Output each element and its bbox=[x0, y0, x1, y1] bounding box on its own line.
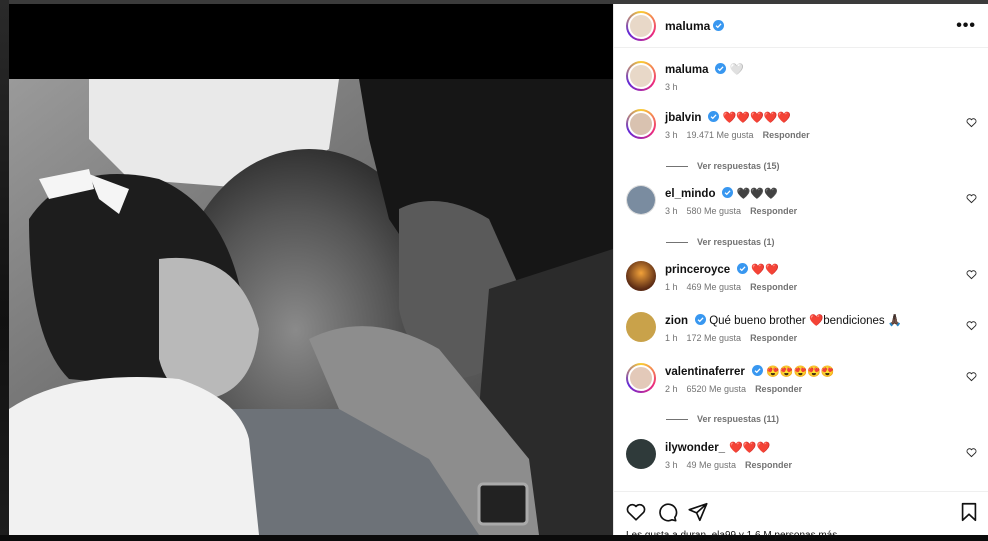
instagram-post-window: maluma ••• maluma 🤍 3 h jbalvin ❤️❤️❤️❤️… bbox=[0, 0, 988, 541]
like-icon[interactable] bbox=[625, 501, 647, 523]
comment-username[interactable]: zion bbox=[665, 315, 688, 327]
divider bbox=[666, 241, 688, 243]
author-username[interactable]: maluma bbox=[665, 19, 710, 33]
view-replies-button[interactable]: Ver respuestas (15) bbox=[666, 161, 780, 171]
post-sidebar: maluma ••• maluma 🤍 3 h jbalvin ❤️❤️❤️❤️… bbox=[613, 4, 988, 541]
comment-text: 🖤🖤🖤 bbox=[736, 188, 778, 200]
heart-outline-icon[interactable] bbox=[966, 193, 977, 204]
heart-outline-icon[interactable] bbox=[966, 117, 977, 128]
post-photo bbox=[9, 79, 613, 535]
commenter-avatar[interactable] bbox=[626, 261, 656, 291]
verified-icon bbox=[708, 111, 720, 122]
comment-text: ❤️❤️❤️ bbox=[729, 442, 771, 454]
verified-icon bbox=[713, 20, 725, 31]
post-header: maluma ••• bbox=[614, 4, 988, 48]
commenter-avatar[interactable] bbox=[626, 312, 656, 342]
comment-time: 3 h bbox=[665, 460, 678, 470]
action-bar bbox=[614, 491, 988, 535]
verified-icon bbox=[695, 314, 706, 325]
comment-likes[interactable]: 6520 Me gusta bbox=[687, 384, 747, 394]
backdrop-strip bbox=[0, 0, 9, 535]
caption-text: 🤍 bbox=[729, 64, 744, 76]
share-icon[interactable] bbox=[687, 501, 709, 523]
comment-text: 😍😍😍😍😍 bbox=[766, 366, 835, 378]
caption: maluma 🤍 3 h bbox=[626, 61, 979, 92]
comment-likes[interactable]: 580 Me gusta bbox=[687, 206, 742, 216]
commenter-avatar[interactable] bbox=[626, 439, 656, 469]
more-icon[interactable]: ••• bbox=[956, 17, 976, 35]
comment-username[interactable]: el_mindo bbox=[665, 188, 715, 200]
heart-outline-icon[interactable] bbox=[966, 447, 977, 458]
comment-list[interactable]: maluma 🤍 3 h jbalvin ❤️❤️❤️❤️❤️ 3 h 19.47… bbox=[614, 49, 988, 490]
comment: princeroyce ❤️❤️ 1 h 469 Me gusta Responde… bbox=[626, 261, 979, 292]
comment: valentinaferrer 😍😍😍😍😍 2 h 6520 Me gusta Re… bbox=[626, 363, 979, 394]
save-icon[interactable] bbox=[958, 501, 980, 523]
reply-button[interactable]: Responder bbox=[750, 333, 797, 343]
divider bbox=[666, 418, 688, 420]
verified-icon bbox=[715, 63, 727, 74]
reply-button[interactable]: Responder bbox=[755, 384, 802, 394]
comment-likes[interactable]: 469 Me gusta bbox=[687, 282, 742, 292]
reply-button[interactable]: Responder bbox=[745, 460, 792, 470]
comment-likes[interactable]: 172 Me gusta bbox=[687, 333, 742, 343]
divider bbox=[666, 165, 688, 167]
comment-time: 1 h bbox=[665, 333, 678, 343]
heart-outline-icon[interactable] bbox=[966, 371, 977, 382]
commenter-avatar[interactable] bbox=[626, 363, 656, 393]
comment-time: 3 h bbox=[665, 206, 678, 216]
verified-icon bbox=[722, 187, 734, 198]
verified-icon bbox=[751, 365, 763, 376]
comment-username[interactable]: princeroyce bbox=[665, 264, 730, 276]
view-replies-button[interactable]: Ver respuestas (11) bbox=[666, 414, 779, 424]
reply-button[interactable]: Responder bbox=[750, 206, 797, 216]
reply-button[interactable]: Responder bbox=[750, 282, 797, 292]
post-media[interactable] bbox=[9, 4, 613, 535]
comment: el_mindo 🖤🖤🖤 3 h 580 Me gusta Responder bbox=[626, 185, 979, 216]
comment-username[interactable]: ilywonder_ bbox=[665, 442, 725, 454]
comment-text: ❤️❤️ bbox=[751, 264, 779, 276]
heart-outline-icon[interactable] bbox=[966, 320, 977, 331]
reply-button[interactable]: Responder bbox=[763, 130, 810, 140]
view-replies-label: Ver respuestas (11) bbox=[697, 414, 780, 424]
comment: jbalvin ❤️❤️❤️❤️❤️ 3 h 19.471 Me gusta Res… bbox=[626, 109, 979, 140]
view-replies-button[interactable]: Ver respuestas (1) bbox=[666, 237, 775, 247]
comment-text: ❤️❤️❤️❤️❤️ bbox=[722, 112, 792, 124]
author-avatar[interactable] bbox=[626, 10, 656, 41]
comment-time: 2 h bbox=[665, 384, 678, 394]
comment-time: 3 h bbox=[665, 130, 678, 140]
comment-icon[interactable] bbox=[656, 501, 678, 523]
comment: ilywonder_ ❤️❤️❤️ 3 h 49 Me gusta Responder bbox=[626, 439, 979, 470]
comment-likes[interactable]: 19.471 Me gusta bbox=[687, 130, 754, 140]
commenter-avatar[interactable] bbox=[626, 109, 656, 139]
view-replies-label: Ver respuestas (1) bbox=[697, 237, 775, 247]
comment-username[interactable]: valentinaferrer bbox=[665, 366, 745, 378]
comment-text: Qué bueno brother ❤️bendiciones 🙏🏿 bbox=[709, 315, 903, 327]
view-replies-label: Ver respuestas (15) bbox=[697, 161, 780, 171]
comment-username[interactable]: jbalvin bbox=[665, 112, 701, 124]
caption-time: 3 h bbox=[665, 82, 678, 92]
comment-time: 1 h bbox=[665, 282, 678, 292]
comment: zion Qué bueno brother ❤️bendiciones 🙏🏿 … bbox=[626, 312, 979, 343]
verified-icon bbox=[737, 263, 749, 274]
author-avatar[interactable] bbox=[626, 61, 656, 91]
commenter-avatar[interactable] bbox=[626, 185, 656, 215]
likes-summary[interactable]: Les gusta a duran_ela99 y 1,6 M personas… bbox=[626, 530, 837, 541]
heart-outline-icon[interactable] bbox=[966, 269, 977, 280]
caption-username[interactable]: maluma bbox=[665, 64, 708, 76]
comment-likes[interactable]: 49 Me gusta bbox=[687, 460, 737, 470]
